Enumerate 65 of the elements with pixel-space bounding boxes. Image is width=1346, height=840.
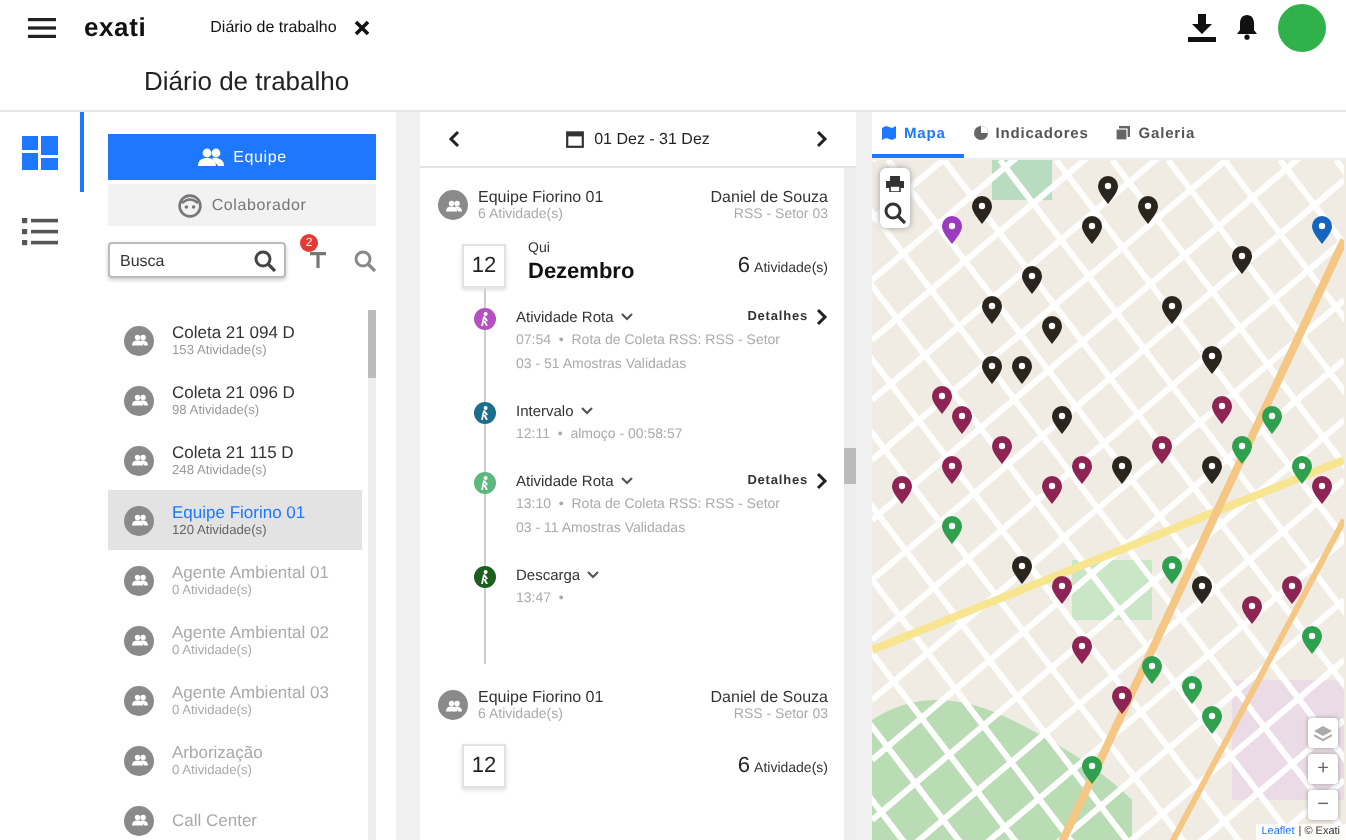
team-name: Equipe Fiorino 01 (172, 502, 306, 522)
team-icon (445, 199, 461, 211)
team-name: Coleta 21 096 D (172, 382, 295, 402)
team-name: Call Center (172, 810, 258, 830)
day-number: 12 (462, 244, 506, 288)
zoom-out-button[interactable]: − (1308, 790, 1338, 820)
scrollbar[interactable] (844, 168, 856, 840)
team-icon (131, 694, 147, 706)
team-icon (131, 754, 147, 766)
chevron-right-icon[interactable] (816, 308, 828, 326)
caret-icon (586, 570, 601, 580)
bell-icon[interactable] (1236, 14, 1258, 40)
caret-icon (579, 406, 594, 416)
caret-icon (619, 312, 634, 322)
chevron-right-icon[interactable] (816, 130, 828, 148)
chevron-right-icon[interactable] (816, 472, 828, 490)
team-name: Agente Ambiental 01 (172, 562, 329, 582)
user-avatar[interactable] (1278, 3, 1326, 51)
team-icon (131, 454, 147, 466)
team-name: Arborização (172, 742, 263, 762)
caret-icon (619, 476, 634, 486)
gallery-icon (1116, 126, 1131, 140)
team-icon (131, 514, 147, 526)
day-number: 12 (462, 744, 506, 788)
dashboard-icon (22, 135, 58, 169)
day-activity-count: 6 (737, 254, 751, 278)
calendar-icon (566, 130, 585, 148)
search-field[interactable]: Busca (108, 242, 286, 278)
download-icon[interactable] (1188, 13, 1216, 41)
team-icon (131, 394, 147, 406)
team-icon (131, 814, 147, 826)
day-activity-count: 6 (737, 754, 751, 778)
team-toggle-button[interactable]: Equipe (108, 134, 376, 180)
team-icon (131, 634, 147, 646)
pie-chart-icon (973, 126, 988, 140)
person-name: Daniel de Souza (710, 188, 828, 206)
person-name: Daniel de Souza (710, 688, 828, 706)
filter-icon[interactable] (310, 252, 326, 268)
month-label: Dezembro (528, 260, 635, 284)
team-name: Coleta 21 115 D (172, 442, 294, 462)
person-toggle-button[interactable]: Colaborador (108, 184, 376, 226)
team-name: Coleta 21 094 D (172, 322, 295, 342)
team-name: Equipe Fiorino 01 (478, 188, 604, 206)
date-range[interactable]: 01 Dez - 31 Dez (594, 130, 710, 148)
team-icon (131, 334, 147, 346)
search-icon (884, 202, 906, 224)
list-icon (22, 218, 58, 246)
close-icon[interactable] (352, 17, 373, 37)
tab-label[interactable]: Diário de trabalho (210, 18, 337, 36)
face-icon (177, 193, 202, 217)
team-icon (445, 699, 461, 711)
team-name: Equipe Fiorino 01 (478, 688, 604, 706)
app-logo[interactable]: exati (84, 12, 147, 42)
printer-icon (886, 175, 904, 191)
team-name: Agente Ambiental 02 (172, 622, 329, 642)
search-icon[interactable] (254, 250, 276, 272)
map-icon (882, 126, 896, 140)
zoom-in-button[interactable]: + (1308, 754, 1338, 784)
layers-icon (1314, 725, 1332, 741)
chevron-left-icon[interactable] (448, 130, 460, 148)
menu-icon (28, 15, 56, 39)
team-icon (131, 574, 147, 586)
team-name: Agente Ambiental 03 (172, 682, 329, 702)
map-search-button[interactable] (880, 198, 910, 228)
team-icon (197, 148, 224, 166)
